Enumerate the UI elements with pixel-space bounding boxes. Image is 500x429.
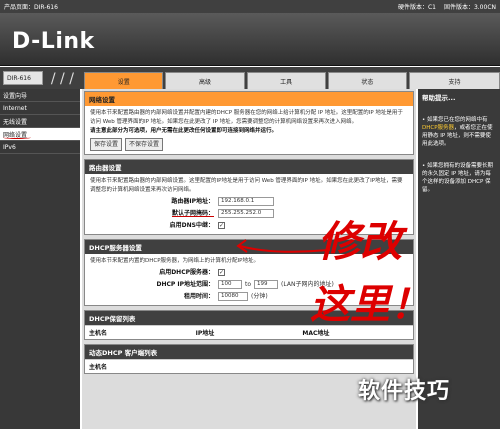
annotation-arrow-icon	[236, 239, 331, 253]
annotation-modify-text: 修改	[318, 217, 403, 266]
watermark-text: 软件技巧	[358, 379, 451, 404]
annotation-here-text: 这里！	[310, 281, 430, 328]
router-admin-page: 产品页面：DIR-616 硬件版本：C1 固件版本：3.00CN D-Link …	[0, 0, 500, 429]
